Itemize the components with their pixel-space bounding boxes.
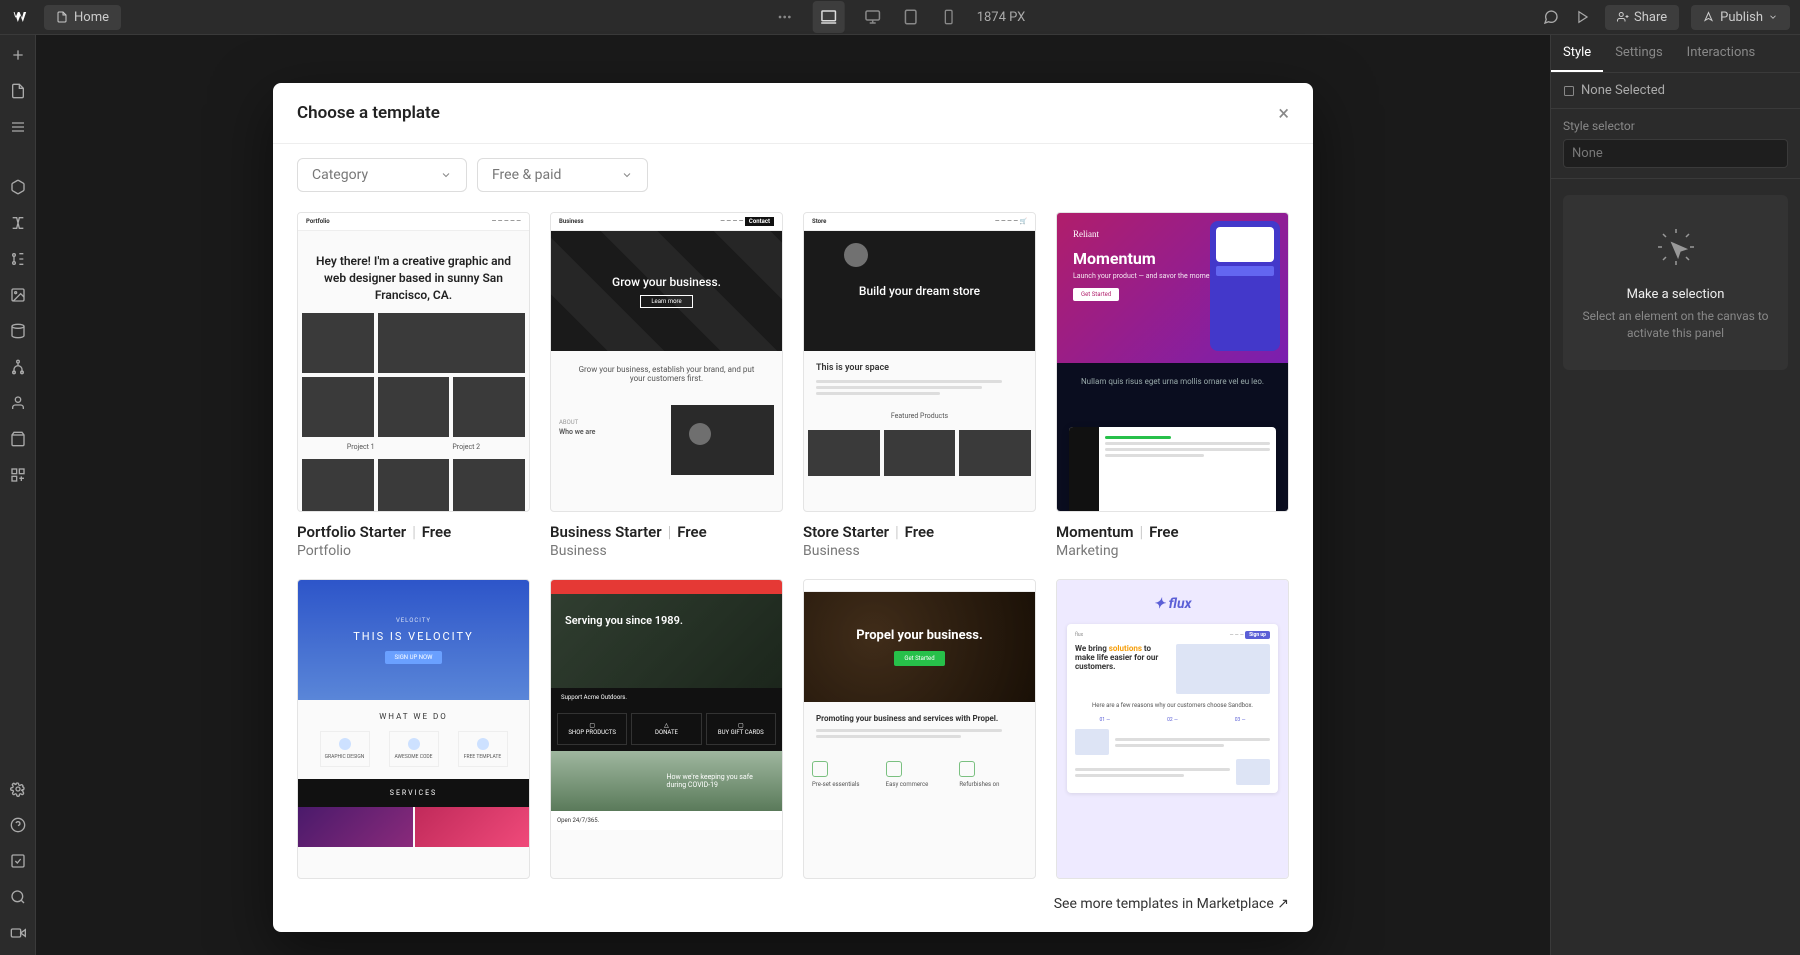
template-card[interactable]: VELOCITY THIS IS VELOCITY SIGN UP NOW WH…	[297, 579, 530, 879]
template-price: Free	[677, 523, 706, 541]
empty-state-card: Make a selection Select an element on th…	[1563, 195, 1788, 370]
chevron-down-icon	[621, 169, 633, 181]
modal-overlay: Choose a template × Category Free & paid	[36, 35, 1550, 955]
template-name: Store Starter	[803, 523, 889, 541]
help-icon[interactable]	[8, 815, 28, 835]
tab-interactions[interactable]: Interactions	[1675, 35, 1768, 72]
desktop-large-icon[interactable]	[813, 1, 845, 33]
template-price: Free	[905, 523, 934, 541]
tab-style[interactable]: Style	[1551, 35, 1603, 72]
left-tool-rail	[0, 35, 36, 955]
cms-icon[interactable]	[8, 321, 28, 341]
preview-play-icon[interactable]	[1573, 7, 1593, 27]
tab-settings[interactable]: Settings	[1603, 35, 1674, 72]
style-selector-input[interactable]: None	[1563, 139, 1788, 168]
desktop-icon[interactable]	[863, 7, 883, 27]
users-icon[interactable]	[8, 393, 28, 413]
chevron-down-icon	[440, 169, 452, 181]
template-category: Portfolio	[297, 543, 530, 559]
template-card[interactable]: Propel your business.Get Started Promoti…	[803, 579, 1036, 879]
viewport-size-label: 1874 PX	[977, 10, 1026, 25]
video-tutorial-icon[interactable]	[8, 923, 28, 943]
template-thumbnail: Business— — — — Contact Grow your busine…	[550, 212, 783, 512]
audit-check-icon[interactable]	[8, 851, 28, 871]
none-selected-row: None Selected	[1563, 83, 1788, 98]
template-price: Free	[422, 523, 451, 541]
template-thumbnail: ✦ flux flux— — — Sign up We bring soluti…	[1056, 579, 1289, 879]
template-category: Marketing	[1056, 543, 1289, 559]
template-card[interactable]: Reliant Momentum Launch your product — a…	[1056, 212, 1289, 559]
empty-state-title: Make a selection	[1579, 287, 1772, 302]
template-price: Free	[1149, 523, 1178, 541]
app-logo-icon	[10, 5, 34, 29]
share-button[interactable]: Share	[1605, 5, 1679, 30]
modal-title: Choose a template	[297, 103, 1278, 123]
pages-icon[interactable]	[8, 81, 28, 101]
template-card[interactable]: Serving you since 1989. Support Acme Out…	[550, 579, 783, 879]
top-bar: Home 1874 PX Share Publish	[0, 0, 1800, 35]
home-label: Home	[74, 10, 109, 25]
template-thumbnail: Store— — — — 🛒 Build your dream store Th…	[803, 212, 1036, 512]
ecommerce-icon[interactable]	[8, 429, 28, 449]
search-icon[interactable]	[8, 887, 28, 907]
components-icon[interactable]	[8, 177, 28, 197]
logic-icon[interactable]	[8, 357, 28, 377]
template-category: Business	[550, 543, 783, 559]
template-thumbnail: Portfolio— — — — — Hey there! I'm a crea…	[297, 212, 530, 512]
template-card[interactable]: Portfolio— — — — — Hey there! I'm a crea…	[297, 212, 530, 559]
style-manager-icon[interactable]	[8, 249, 28, 269]
variables-icon[interactable]	[8, 213, 28, 233]
more-icon[interactable]	[775, 7, 795, 27]
right-panel: Style Settings Interactions None Selecte…	[1550, 35, 1800, 955]
viewport-controls: 1874 PX	[775, 1, 1026, 33]
template-thumbnail: Propel your business.Get Started Promoti…	[803, 579, 1036, 879]
template-name: Momentum	[1056, 523, 1134, 541]
assets-icon[interactable]	[8, 285, 28, 305]
add-element-icon[interactable]	[8, 45, 28, 65]
price-filter[interactable]: Free & paid	[477, 158, 648, 192]
comment-icon[interactable]	[1541, 7, 1561, 27]
template-card[interactable]: ✦ flux flux— — — Sign up We bring soluti…	[1056, 579, 1289, 879]
template-thumbnail: Serving you since 1989. Support Acme Out…	[550, 579, 783, 879]
template-thumbnail: VELOCITY THIS IS VELOCITY SIGN UP NOW WH…	[297, 579, 530, 879]
home-button[interactable]: Home	[44, 5, 121, 30]
navigator-icon[interactable]	[8, 117, 28, 137]
publish-button[interactable]: Publish	[1691, 5, 1790, 30]
apps-icon[interactable]	[8, 465, 28, 485]
close-icon[interactable]: ×	[1278, 101, 1289, 125]
style-selector-label: Style selector	[1563, 119, 1788, 133]
tablet-icon[interactable]	[901, 7, 921, 27]
canvas-area: Choose a template × Category Free & paid	[36, 35, 1550, 955]
template-card[interactable]: Business— — — — Contact Grow your busine…	[550, 212, 783, 559]
template-card[interactable]: Store— — — — 🛒 Build your dream store Th…	[803, 212, 1036, 559]
template-name: Business Starter	[550, 523, 662, 541]
category-filter[interactable]: Category	[297, 158, 467, 192]
template-name: Portfolio Starter	[297, 523, 406, 541]
cursor-sparkle-icon	[1652, 223, 1700, 271]
see-more-link[interactable]: See more templates in Marketplace ↗	[1054, 896, 1289, 912]
template-modal: Choose a template × Category Free & paid	[273, 83, 1313, 932]
template-category: Business	[803, 543, 1036, 559]
empty-state-subtitle: Select an element on the canvas to activ…	[1579, 308, 1772, 342]
settings-gear-icon[interactable]	[8, 779, 28, 799]
checkbox-empty-icon	[1563, 85, 1575, 97]
template-thumbnail: Reliant Momentum Launch your product — a…	[1056, 212, 1289, 512]
mobile-icon[interactable]	[939, 7, 959, 27]
